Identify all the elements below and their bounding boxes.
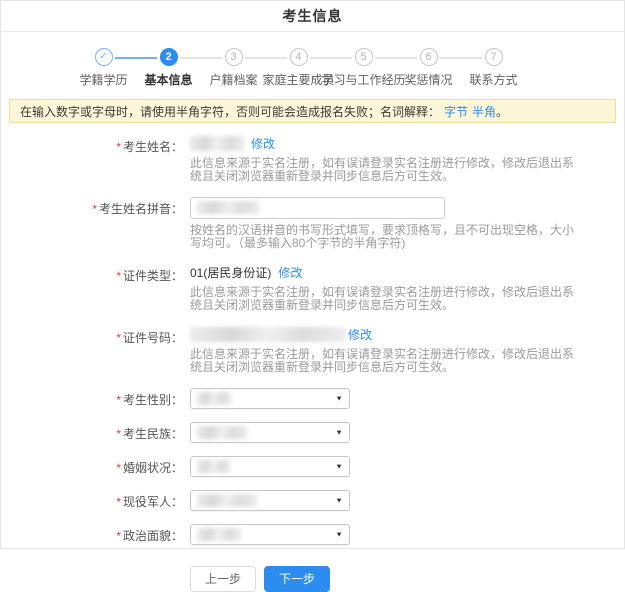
step-check-icon: ✓ — [95, 48, 113, 66]
step-label: 学籍学历 — [79, 71, 127, 88]
progress-stepper: ✓ 学籍学历 2 基本信息 3 户籍档案 4 家庭主要成员 5 学习与工作经历 … — [0, 32, 610, 88]
glossary-link-halfwidth[interactable]: 半角 — [472, 103, 496, 120]
basic-info-form: *考生姓名： 修改 此信息来源于实名注册，如有误请登录实名注册进行修改，修改后退… — [1, 123, 624, 592]
notice-text: 在输入数字或字母时，请使用半角字符，否则可能会造成报名失败；名词解释： — [20, 103, 440, 120]
political-status-label: *政治面貌： — [1, 524, 183, 545]
modify-name-link[interactable]: 修改 — [251, 135, 275, 152]
realname-sync-hint: 此信息来源于实名注册，如有误请登录实名注册进行修改，修改后退出系统且关闭浏览器重… — [190, 348, 584, 374]
required-mark: * — [92, 202, 97, 216]
cert-type-label: *证件类型： — [1, 264, 183, 312]
step-label: 联系方式 — [469, 71, 517, 88]
step-label: 学习与工作经历 — [322, 71, 406, 88]
field-row-cert-number: *证件号码： 修改 此信息来源于实名注册，如有误请登录实名注册进行修改，修改后退… — [1, 326, 624, 374]
military-redacted-value — [197, 494, 257, 507]
required-mark: * — [116, 461, 121, 475]
gender-select[interactable]: ▼ — [190, 388, 350, 409]
step-label: 基本信息 — [144, 71, 192, 88]
cert-number-label: *证件号码： — [1, 326, 183, 374]
field-row-candidate-name: *考生姓名： 修改 此信息来源于实名注册，如有误请登录实名注册进行修改，修改后退… — [1, 135, 624, 183]
step-study-work-history[interactable]: 5 学习与工作经历 — [331, 48, 396, 88]
field-row-cert-type: *证件类型： 01(居民身份证) 修改 此信息来源于实名注册，如有误请登录实名注… — [1, 264, 624, 312]
dropdown-caret-icon: ▼ — [335, 530, 343, 538]
field-row-marital-status: *婚姻状况： ▼ — [1, 456, 624, 477]
candidate-name-redacted-value — [190, 136, 244, 151]
step-number: 2 — [160, 48, 178, 66]
field-row-name-pinyin: *考生姓名拼音： 按姓名的汉语拼音的书写形式填写，要求顶格写，且不可出现空格，大… — [1, 197, 624, 250]
notice-suffix: 。 — [496, 103, 508, 120]
modify-cert-number-link[interactable]: 修改 — [348, 326, 372, 343]
marital-redacted-value — [197, 460, 230, 473]
next-step-button[interactable]: 下一步 — [264, 566, 330, 592]
candidate-info-panel: 考生信息 ✓ 学籍学历 2 基本信息 3 户籍档案 4 家庭主要成员 5 学习与… — [0, 0, 625, 549]
required-mark: * — [116, 495, 121, 509]
marital-status-label: *婚姻状况： — [1, 456, 183, 477]
ethnicity-redacted-value — [197, 426, 247, 439]
required-mark: * — [116, 427, 121, 441]
ethnicity-select[interactable]: ▼ — [190, 422, 350, 443]
name-pinyin-input[interactable] — [190, 197, 445, 219]
halfwidth-warning-banner: 在输入数字或字母时，请使用半角字符，否则可能会造成报名失败；名词解释： 字节 半… — [9, 99, 616, 123]
required-mark: * — [116, 393, 121, 407]
page-header: 考生信息 — [1, 1, 624, 32]
modify-cert-type-link[interactable]: 修改 — [278, 264, 302, 281]
prev-step-button[interactable]: 上一步 — [190, 566, 256, 592]
step-number: 7 — [485, 48, 503, 66]
marital-status-select[interactable]: ▼ — [190, 456, 350, 477]
step-xueji-xueli[interactable]: ✓ 学籍学历 — [71, 48, 136, 88]
cert-number-redacted-value — [190, 327, 345, 342]
military-service-select[interactable]: ▼ — [190, 490, 350, 511]
form-actions: 上一步 下一步 — [190, 566, 624, 592]
step-rewards-punishments[interactable]: 6 奖惩情况 — [396, 48, 461, 88]
dropdown-caret-icon: ▼ — [335, 428, 343, 436]
glossary-link-byte[interactable]: 字节 — [444, 103, 468, 120]
required-mark: * — [116, 529, 121, 543]
required-mark: * — [116, 331, 121, 345]
step-number: 5 — [355, 48, 373, 66]
field-row-ethnicity: *考生民族： ▼ — [1, 422, 624, 443]
pinyin-redacted-value — [197, 201, 259, 214]
required-mark: * — [116, 140, 121, 154]
dropdown-caret-icon: ▼ — [335, 462, 343, 470]
cert-type-value: 01(居民身份证) — [190, 264, 271, 281]
step-number: 6 — [420, 48, 438, 66]
name-pinyin-label: *考生姓名拼音： — [1, 197, 183, 250]
political-redacted-value — [197, 528, 241, 541]
realname-sync-hint: 此信息来源于实名注册，如有误请登录实名注册进行修改，修改后退出系统且关闭浏览器重… — [190, 157, 584, 183]
military-service-label: *现役军人： — [1, 490, 183, 511]
step-number: 3 — [225, 48, 243, 66]
gender-label: *考生性别： — [1, 388, 183, 409]
step-label: 户籍档案 — [209, 71, 257, 88]
dropdown-caret-icon: ▼ — [335, 496, 343, 504]
required-mark: * — [116, 269, 121, 283]
gender-redacted-value — [197, 392, 231, 405]
pinyin-format-hint: 按姓名的汉语拼音的书写形式填写，要求顶格写，且不可出现空格，大小写均可。（最多输… — [190, 224, 584, 250]
step-basic-info[interactable]: 2 基本信息 — [136, 48, 201, 88]
step-contact-info[interactable]: 7 联系方式 — [461, 48, 526, 88]
page-title: 考生信息 — [283, 6, 343, 26]
political-status-select[interactable]: ▼ — [190, 524, 350, 545]
field-row-political-status: *政治面貌： ▼ — [1, 524, 624, 545]
step-label: 奖惩情况 — [404, 71, 452, 88]
step-huji-dangan[interactable]: 3 户籍档案 — [201, 48, 266, 88]
dropdown-caret-icon: ▼ — [335, 394, 343, 402]
realname-sync-hint: 此信息来源于实名注册，如有误请登录实名注册进行修改，修改后退出系统且关闭浏览器重… — [190, 286, 584, 312]
field-row-military-service: *现役军人： ▼ — [1, 490, 624, 511]
step-number: 4 — [290, 48, 308, 66]
candidate-name-label: *考生姓名： — [1, 135, 183, 183]
ethnicity-label: *考生民族： — [1, 422, 183, 443]
field-row-gender: *考生性别： ▼ — [1, 388, 624, 409]
